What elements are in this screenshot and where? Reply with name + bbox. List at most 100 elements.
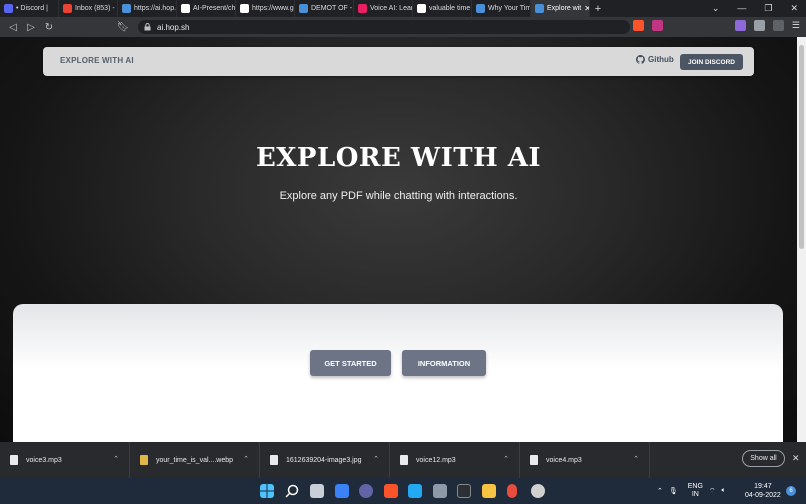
download-filename: voice12.mp3 — [416, 456, 456, 464]
chevron-up-icon[interactable]: ⌃ — [633, 455, 639, 463]
download-filename: voice4.mp3 — [546, 456, 582, 464]
tab-label: Voice AI: Learn — [370, 5, 413, 12]
browser-tab[interactable]: https://www.go — [236, 0, 295, 17]
tab-favicon-icon — [476, 4, 485, 13]
microphone-icon[interactable]: 🎙︎ — [669, 487, 678, 495]
volume-icon[interactable]: 🔈︎ — [722, 487, 726, 495]
brave-rewards-icon[interactable] — [651, 20, 663, 31]
forward-icon[interactable]: ▷ — [22, 22, 40, 33]
system-tray: ⌃ 🎙︎ ENG IN ⌔ 🔈︎ — [657, 478, 726, 504]
browser-tab[interactable]: DEMOT OF - Vi — [295, 0, 354, 17]
browser-tab-strip: • Discord | Inbox (853) - https://ai.hop.… — [0, 0, 806, 17]
wifi-icon[interactable]: ⌔ — [709, 487, 716, 496]
maximize-button[interactable]: ❐ — [764, 3, 772, 14]
menu-icon[interactable]: ☰ — [792, 20, 800, 31]
browser-tab[interactable]: Voice AI: Learn — [354, 0, 413, 17]
tab-favicon-icon — [240, 4, 249, 13]
tab-search-icon[interactable]: ⌄ — [712, 3, 720, 14]
tab-favicon-icon — [4, 4, 13, 13]
browser-tab[interactable]: https://ai.hop. — [118, 0, 177, 17]
url-text: ai.hop.sh — [157, 22, 190, 32]
file-icon — [530, 455, 538, 465]
chevron-up-icon[interactable]: ⌃ — [503, 455, 509, 463]
site-navbar: EXPLORE WITH AI Github JOIN DISCORD — [43, 47, 754, 76]
chevron-up-icon[interactable]: ⌃ — [373, 455, 379, 463]
hero-title: EXPLORE WITH AI — [255, 143, 542, 173]
browser-tab[interactable]: Inbox (853) - — [59, 0, 118, 17]
clock[interactable]: 19:47 04-09-2022 — [745, 482, 781, 500]
tab-label: Explore wit — [547, 5, 582, 12]
show-all-button[interactable]: Show all — [742, 450, 785, 467]
information-button[interactable]: INFORMATION — [402, 350, 486, 376]
tab-list: • Discord | Inbox (853) - https://ai.hop.… — [0, 0, 590, 17]
chevron-up-icon[interactable]: ⌃ — [113, 455, 119, 463]
download-item[interactable]: voice3.mp3 ⌃ — [0, 442, 130, 478]
hero-subtitle: Explore any PDF while chatting with inte… — [279, 190, 518, 202]
get-started-button[interactable]: GET STARTED — [310, 350, 391, 376]
brave-browser-icon[interactable] — [384, 484, 398, 498]
download-filename: voice3.mp3 — [26, 456, 62, 464]
extension-icon[interactable] — [734, 20, 746, 31]
browser-tab[interactable]: Explore wit✕ — [531, 0, 590, 17]
download-item[interactable]: 1612639204-image3.jpg ⌃ — [260, 442, 390, 478]
address-bar[interactable]: ai.hop.sh — [138, 20, 630, 34]
scrollbar-thumb[interactable] — [799, 45, 804, 249]
github-label: Github — [648, 55, 674, 64]
store-icon[interactable] — [433, 484, 447, 498]
github-icon — [636, 55, 645, 64]
close-shelf-icon[interactable]: ✕ — [792, 453, 800, 464]
close-window-button[interactable]: ✕ — [790, 3, 798, 14]
download-item[interactable]: voice4.mp3 ⌃ — [520, 442, 650, 478]
page-scrollbar[interactable] — [797, 37, 806, 442]
reload-icon[interactable]: ↻ — [40, 22, 58, 33]
browser-tab[interactable]: • Discord | — [0, 0, 59, 17]
file-icon — [400, 455, 408, 465]
bookmark-icon[interactable]: 🔖︎ — [114, 22, 132, 33]
windows-start-icon[interactable] — [260, 484, 274, 498]
file-icon — [10, 455, 18, 465]
file-explorer-icon[interactable] — [482, 484, 496, 498]
tab-favicon-icon — [122, 4, 131, 13]
widgets-icon[interactable] — [335, 484, 349, 498]
search-icon[interactable] — [285, 484, 299, 498]
download-list: voice3.mp3 ⌃ your_time_is_val....webp ⌃ 1612… — [0, 442, 650, 478]
join-discord-button[interactable]: JOIN DISCORD — [680, 54, 743, 70]
tab-label: https://ai.hop. — [134, 5, 177, 12]
tab-favicon-icon — [417, 4, 426, 13]
browser-tab[interactable]: AI-Present/cha — [177, 0, 236, 17]
vscode-icon[interactable] — [408, 484, 422, 498]
tab-label: Why Your Time — [488, 5, 531, 12]
language-indicator[interactable]: ENG IN — [688, 483, 703, 499]
tray-chevron-icon[interactable]: ⌃ — [657, 487, 663, 495]
content-panel: GET STARTED INFORMATION — [13, 304, 783, 442]
tab-label: AI-Present/cha — [193, 5, 236, 12]
wallet-icon[interactable] — [772, 20, 784, 31]
github-link[interactable]: Github — [636, 55, 674, 64]
browser-tab[interactable]: valuable time - — [413, 0, 472, 17]
notification-badge[interactable]: 6 — [786, 486, 796, 496]
puzzle-icon[interactable] — [753, 20, 765, 31]
download-filename: your_time_is_val....webp — [156, 456, 234, 464]
download-item[interactable]: your_time_is_val....webp ⌃ — [130, 442, 260, 478]
task-view-icon[interactable] — [310, 484, 324, 498]
recorder-icon[interactable] — [507, 484, 517, 498]
lock-icon — [144, 23, 151, 31]
minimize-button[interactable]: — — [737, 3, 746, 14]
extension-area: ☰ — [632, 20, 800, 31]
teams-chat-icon[interactable] — [359, 484, 373, 498]
browser-tab[interactable]: Why Your Time — [472, 0, 531, 17]
file-icon — [270, 455, 278, 465]
tab-label: Inbox (853) - — [75, 5, 115, 12]
new-tab-button[interactable]: + — [590, 3, 606, 15]
file-icon — [140, 455, 148, 465]
site-brand[interactable]: EXPLORE WITH AI — [60, 56, 134, 65]
app-icon[interactable] — [531, 484, 545, 498]
tab-favicon-icon — [358, 4, 367, 13]
brave-shield-icon[interactable] — [632, 20, 644, 31]
download-item[interactable]: voice12.mp3 ⌃ — [390, 442, 520, 478]
chevron-up-icon[interactable]: ⌃ — [243, 455, 249, 463]
tab-favicon-icon — [181, 4, 190, 13]
back-icon[interactable]: ◁ — [4, 22, 22, 33]
downloads-shelf: voice3.mp3 ⌃ your_time_is_val....webp ⌃ 1612… — [0, 442, 806, 478]
settings-icon[interactable] — [457, 484, 471, 498]
